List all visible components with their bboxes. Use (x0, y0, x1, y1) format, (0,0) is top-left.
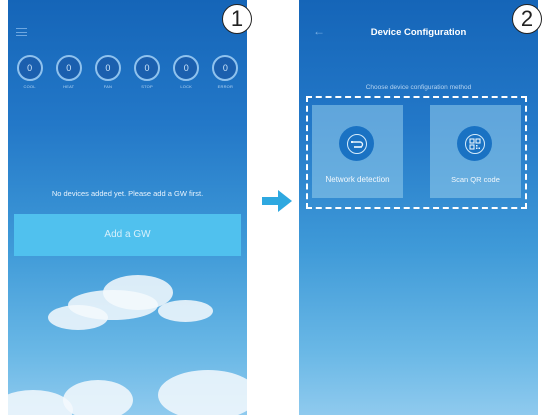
status-label: FAN (103, 84, 113, 89)
status-count: 0 (16, 55, 43, 81)
status-item-stop[interactable]: 0 STOP (130, 55, 164, 95)
status-count: 0 (134, 55, 161, 81)
add-gw-button[interactable]: Add a GW (14, 214, 241, 256)
status-item-error[interactable]: 0 ERROR (208, 55, 242, 95)
page-title: Device Configuration (370, 27, 467, 38)
status-label: COOL (23, 84, 36, 89)
status-item-cool[interactable]: 0 COOL (13, 55, 47, 95)
home-screen: 0 COOL 0 HEAT 0 FAN 0 STOP 0 LOCK 0 ERRO… (8, 0, 247, 415)
status-item-lock[interactable]: 0 LOCK (169, 55, 203, 95)
empty-state-message: No devices added yet. Please add a GW fi… (51, 189, 204, 198)
status-label: ERROR (217, 84, 234, 89)
status-summary: 0 COOL 0 HEAT 0 FAN 0 STOP 0 LOCK 0 ERRO… (8, 55, 247, 95)
status-item-heat[interactable]: 0 HEAT (52, 55, 86, 95)
step-2-marker: 2 (512, 4, 542, 34)
top-bar: ← Device Configuration (299, 0, 538, 48)
status-label: STOP (141, 84, 153, 89)
status-count: 0 (212, 55, 239, 81)
next-step-arrow-icon (262, 190, 292, 212)
top-bar (8, 0, 247, 48)
status-label: LOCK (180, 84, 193, 89)
status-count: 0 (173, 55, 200, 81)
status-item-fan[interactable]: 0 FAN (91, 55, 125, 95)
menu-icon[interactable] (16, 28, 27, 36)
method-selection-highlight (306, 96, 527, 209)
status-count: 0 (94, 55, 121, 81)
method-prompt: Choose device configuration method (365, 84, 472, 91)
step-1-marker: 1 (222, 4, 252, 34)
status-label: HEAT (63, 84, 75, 89)
status-count: 0 (55, 55, 82, 81)
